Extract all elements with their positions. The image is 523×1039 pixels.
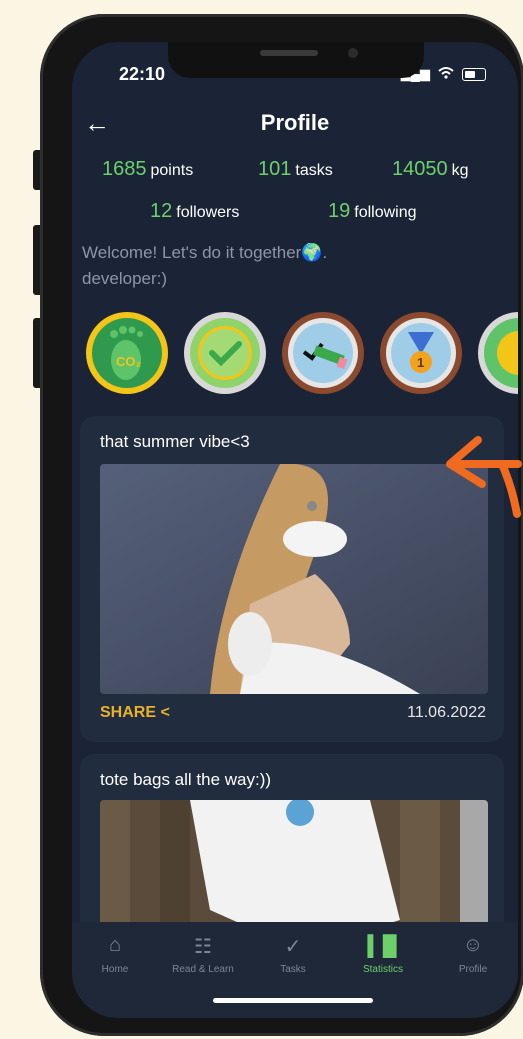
medal-icon: 1: [386, 318, 456, 388]
check-icon: [190, 318, 260, 388]
leaf-icon: [484, 318, 518, 388]
bottom-tab-bar: ⌂ Home ☷ Read & Learn ✓ Tasks ▍▉ Statist…: [72, 922, 518, 1018]
svg-text:CO₂: CO₂: [116, 354, 142, 369]
status-time: 22:10: [119, 64, 166, 84]
share-button[interactable]: SHARE <: [100, 704, 170, 722]
tab-home[interactable]: ⌂ Home: [72, 934, 160, 975]
following-link[interactable]: 19 following: [328, 200, 417, 223]
tab-statistics[interactable]: ▍▉ Statistics: [338, 934, 428, 975]
partial-badge[interactable]: [478, 312, 518, 394]
followers-link[interactable]: 12 followers: [150, 200, 239, 223]
profile-bio: Welcome! Let's do it together🌍. develope…: [82, 243, 328, 288]
post-card[interactable]: that summer vibe<3 SHARE < 11.06.2022: [80, 416, 504, 742]
post-caption: tote bags all the way:)): [100, 770, 272, 789]
annotation-arrow-icon: [446, 436, 522, 518]
skateboard-photo: [100, 464, 488, 694]
home-indicator: [213, 998, 373, 1003]
battery-icon: [462, 67, 486, 81]
share-icon: <: [160, 704, 170, 721]
speaker: [260, 50, 318, 56]
svg-text:1: 1: [417, 355, 424, 370]
notch: [168, 42, 424, 78]
page-title: Profile: [260, 110, 330, 135]
tab-tasks[interactable]: ✓ Tasks: [248, 934, 338, 975]
home-icon: ⌂: [108, 934, 122, 956]
post-photo[interactable]: [100, 464, 488, 694]
points-stat[interactable]: 1685 points: [102, 158, 193, 181]
app-screen: 22:10 ▂▄▆ ← Profile 1685 points 101 tasks …: [72, 42, 518, 1018]
co2-footprint-badge[interactable]: CO₂: [86, 312, 168, 394]
check-circle-icon: ✓: [284, 936, 302, 958]
person-icon: ☺: [462, 934, 484, 956]
tab-profile[interactable]: ☺ Profile: [428, 934, 518, 975]
header: ← Profile: [72, 108, 518, 142]
tasks-stat[interactable]: 101 tasks: [258, 158, 333, 181]
checkmark-badge[interactable]: [184, 312, 266, 394]
co2-kg-stat[interactable]: 14050 kg: [392, 158, 469, 181]
tab-read-learn[interactable]: ☷ Read & Learn: [158, 934, 248, 975]
front-camera: [348, 48, 358, 58]
pencil-badge[interactable]: [282, 312, 364, 394]
post-date: 11.06.2022: [407, 704, 486, 721]
medal-badge[interactable]: 1: [380, 312, 462, 394]
document-icon: ☷: [194, 936, 212, 958]
badge-carousel[interactable]: CO₂ 1: [86, 312, 518, 402]
pencil-icon: [288, 318, 358, 388]
footprint-icon: CO₂: [92, 318, 162, 388]
wifi-icon: [438, 66, 454, 82]
post-caption: that summer vibe<3: [100, 432, 250, 451]
bar-chart-icon: ▍▉: [367, 936, 399, 958]
